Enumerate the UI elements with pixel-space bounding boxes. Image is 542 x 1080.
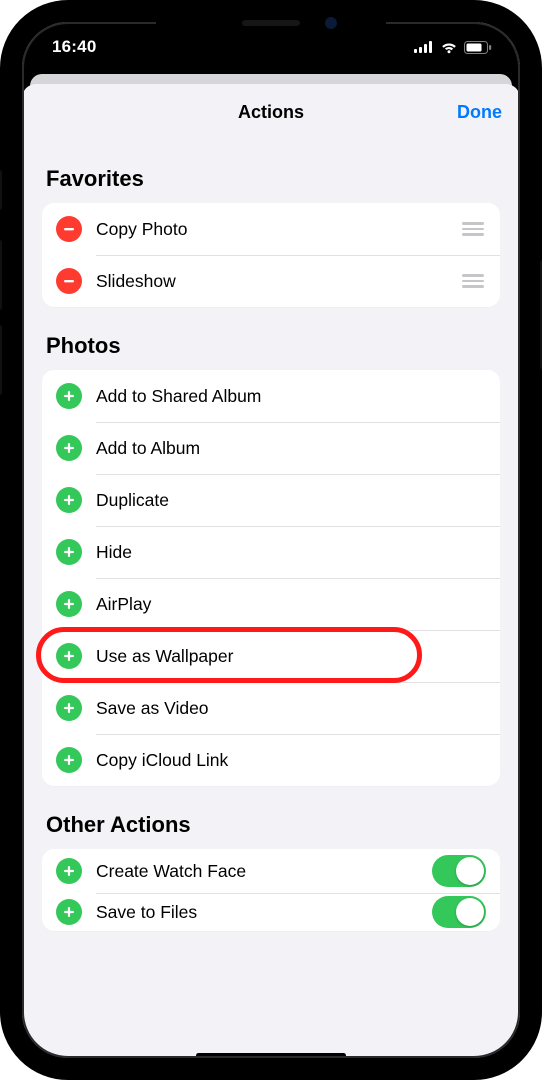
reorder-handle-icon[interactable]: [462, 274, 486, 288]
cellular-icon: [414, 41, 434, 53]
photos-row-use-as-wallpaper[interactable]: Use as Wallpaper: [42, 630, 500, 682]
photos-row-hide[interactable]: Hide: [42, 526, 500, 578]
battery-icon: [464, 41, 492, 54]
row-label: Hide: [96, 542, 486, 563]
wifi-icon: [440, 41, 458, 54]
other-row-create-watch-face[interactable]: Create Watch Face: [42, 849, 500, 893]
add-icon[interactable]: [56, 899, 82, 925]
actions-sheet: Actions Done Favorites Copy Photo: [22, 84, 520, 1058]
add-icon[interactable]: [56, 747, 82, 773]
remove-icon[interactable]: [56, 216, 82, 242]
add-icon[interactable]: [56, 643, 82, 669]
row-label: Save to Files: [96, 902, 432, 923]
favorites-row-copy-photo[interactable]: Copy Photo: [42, 203, 500, 255]
row-label: Use as Wallpaper: [96, 646, 486, 667]
status-bar: 16:40: [22, 22, 520, 66]
add-icon[interactable]: [56, 695, 82, 721]
photos-row-duplicate[interactable]: Duplicate: [42, 474, 500, 526]
nav-bar: Actions Done: [22, 84, 520, 140]
page-title: Actions: [238, 102, 304, 123]
row-label: Copy iCloud Link: [96, 750, 486, 771]
add-icon[interactable]: [56, 858, 82, 884]
favorites-row-slideshow[interactable]: Slideshow: [42, 255, 500, 307]
row-label: Create Watch Face: [96, 861, 432, 882]
home-indicator[interactable]: [196, 1053, 346, 1058]
row-label: Add to Album: [96, 438, 486, 459]
photos-row-save-as-video[interactable]: Save as Video: [42, 682, 500, 734]
photos-row-copy-icloud-link[interactable]: Copy iCloud Link: [42, 734, 500, 786]
status-time: 16:40: [52, 31, 96, 57]
row-label: AirPlay: [96, 594, 486, 615]
add-icon[interactable]: [56, 383, 82, 409]
section-title-favorites: Favorites: [46, 166, 496, 192]
reorder-handle-icon[interactable]: [462, 222, 486, 236]
add-icon[interactable]: [56, 435, 82, 461]
other-row-save-to-files[interactable]: Save to Files: [42, 893, 500, 931]
row-label: Slideshow: [96, 271, 462, 292]
favorites-card: Copy Photo Slideshow: [42, 203, 500, 307]
section-title-photos: Photos: [46, 333, 496, 359]
remove-icon[interactable]: [56, 268, 82, 294]
add-icon[interactable]: [56, 539, 82, 565]
other-actions-card: Create Watch Face Save to Files: [42, 849, 500, 931]
section-title-other: Other Actions: [46, 812, 496, 838]
add-icon[interactable]: [56, 591, 82, 617]
photos-row-add-album[interactable]: Add to Album: [42, 422, 500, 474]
photos-card: Add to Shared Album Add to Album Duplica…: [42, 370, 500, 786]
done-button[interactable]: Done: [457, 102, 502, 123]
photos-row-add-shared-album[interactable]: Add to Shared Album: [42, 370, 500, 422]
screen: 16:40 Actions Done Favorites Copy Photo: [22, 22, 520, 1058]
toggle-switch[interactable]: [432, 855, 486, 887]
row-label: Copy Photo: [96, 219, 462, 240]
toggle-switch[interactable]: [432, 896, 486, 928]
row-label: Save as Video: [96, 698, 486, 719]
add-icon[interactable]: [56, 487, 82, 513]
row-label: Add to Shared Album: [96, 386, 486, 407]
row-label: Duplicate: [96, 490, 486, 511]
photos-row-airplay[interactable]: AirPlay: [42, 578, 500, 630]
